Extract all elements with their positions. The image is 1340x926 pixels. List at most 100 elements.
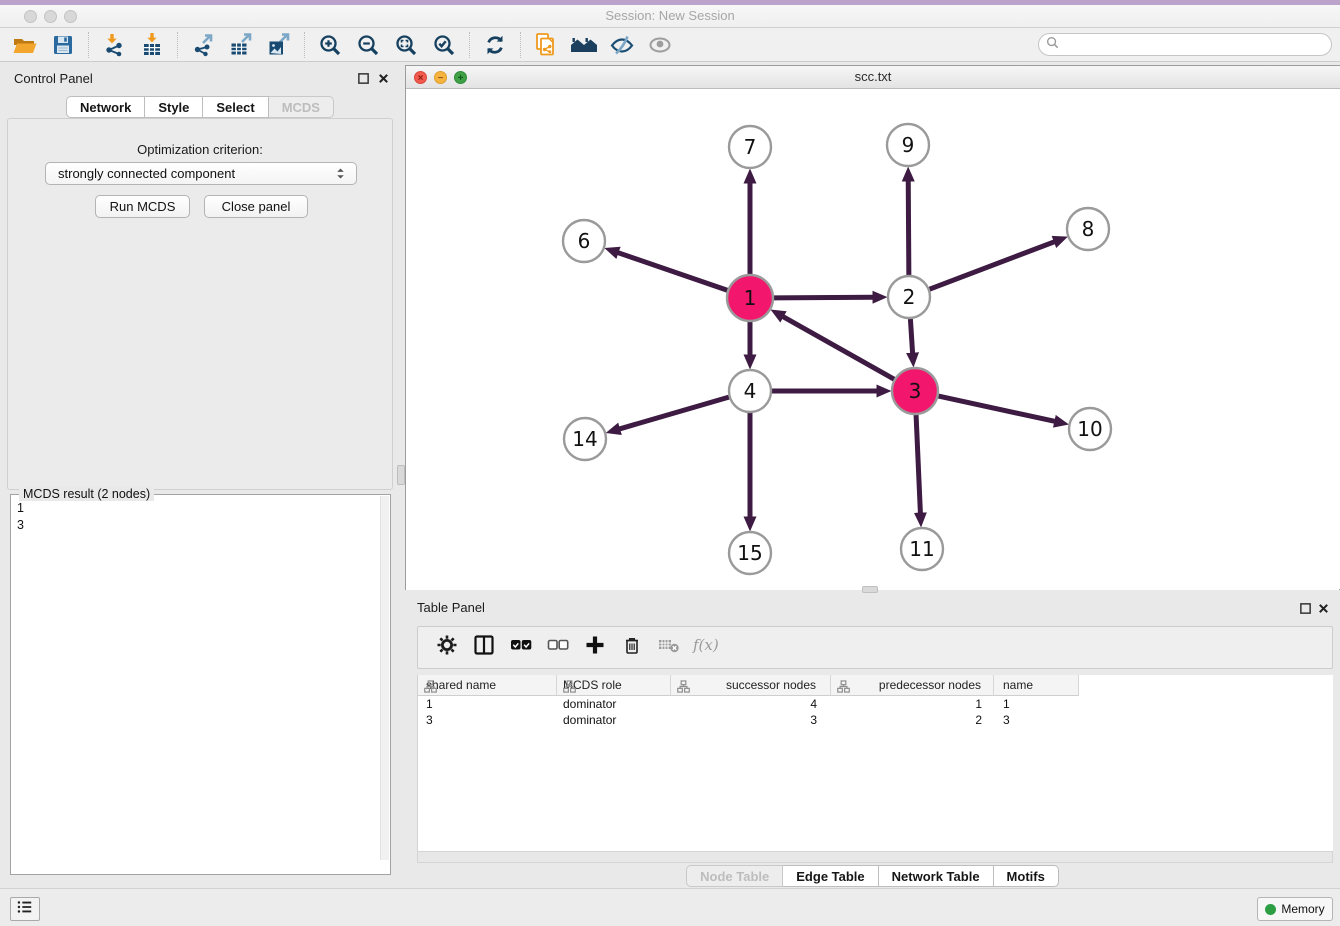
- open-folder-button[interactable]: [6, 30, 44, 60]
- graph-node-15[interactable]: 15: [729, 532, 771, 574]
- column-header-MCDS-role[interactable]: MCDS role: [557, 675, 671, 696]
- table-row[interactable]: 3dominator323: [418, 712, 1333, 728]
- network-minimize-icon[interactable]: −: [434, 71, 447, 84]
- edge-2-9[interactable]: [908, 181, 909, 275]
- horizontal-splitter-handle[interactable]: [862, 586, 878, 593]
- svg-text:15: 15: [737, 541, 762, 565]
- table-hscrollbar[interactable]: [417, 851, 1333, 863]
- table-cell[interactable]: 2: [831, 712, 994, 728]
- criterion-select[interactable]: strongly connected component: [45, 162, 357, 185]
- split-columns-button[interactable]: [465, 633, 502, 663]
- network-graph[interactable]: 7 9 6 8 1 2 4 3 14 10 15 11: [406, 89, 1339, 590]
- result-scrollbar[interactable]: [380, 496, 389, 860]
- graph-node-10[interactable]: 10: [1069, 408, 1111, 450]
- export-table-icon: [229, 33, 253, 57]
- task-history-button[interactable]: [10, 897, 40, 921]
- hide-details-button[interactable]: [603, 30, 641, 60]
- clear-checks-button[interactable]: [539, 633, 576, 663]
- graph-node-7[interactable]: 7: [729, 126, 771, 168]
- export-image-button[interactable]: [260, 30, 298, 60]
- search-box[interactable]: [1038, 33, 1332, 56]
- graph-node-11[interactable]: 11: [901, 528, 943, 570]
- svg-text:3: 3: [909, 379, 922, 403]
- graph-node-8[interactable]: 8: [1067, 208, 1109, 250]
- edge-2-8[interactable]: [930, 242, 1055, 289]
- network-canvas[interactable]: 7 9 6 8 1 2 4 3 14 10 15 11: [406, 89, 1339, 590]
- table-cell[interactable]: dominator: [557, 712, 671, 728]
- tab-network[interactable]: Network: [66, 96, 145, 118]
- float-window-icon[interactable]: [1299, 602, 1312, 615]
- column-header-shared-name[interactable]: shared name: [418, 675, 557, 696]
- column-header-predecessor-nodes[interactable]: predecessor nodes: [831, 675, 994, 696]
- tab-motifs[interactable]: Motifs: [994, 865, 1059, 887]
- tab-mcds[interactable]: MCDS: [269, 96, 334, 118]
- zoom-selected-button[interactable]: [425, 30, 463, 60]
- vertical-splitter-handle[interactable]: [397, 465, 405, 485]
- edge-3-11[interactable]: [916, 415, 920, 513]
- graph-node-4[interactable]: 4: [729, 370, 771, 412]
- export-table-button[interactable]: [222, 30, 260, 60]
- tab-network-table[interactable]: Network Table: [879, 865, 994, 887]
- table-row[interactable]: 1dominator411: [418, 696, 1333, 712]
- app-close-button[interactable]: [24, 10, 37, 23]
- edge-4-14[interactable]: [620, 397, 729, 429]
- import-table-button[interactable]: [133, 30, 171, 60]
- zoom-fit-button[interactable]: [387, 30, 425, 60]
- add-button[interactable]: [576, 633, 613, 663]
- network-close-icon[interactable]: ×: [414, 71, 427, 84]
- app-zoom-button[interactable]: [64, 10, 77, 23]
- edge-3-10[interactable]: [938, 396, 1054, 421]
- toolbar-separator: [304, 32, 305, 58]
- tab-node-table[interactable]: Node Table: [686, 865, 783, 887]
- edge-2-3[interactable]: [910, 319, 912, 353]
- delete-table-button: [650, 633, 687, 663]
- mcds-result-text[interactable]: 1 3: [17, 500, 24, 534]
- eye-button: [641, 30, 679, 60]
- close-icon[interactable]: [1317, 602, 1330, 615]
- svg-text:2: 2: [903, 285, 916, 309]
- svg-text:8: 8: [1082, 217, 1095, 241]
- memory-button[interactable]: Memory: [1257, 897, 1333, 921]
- edge-1-6[interactable]: [618, 253, 727, 291]
- app-minimize-button[interactable]: [44, 10, 57, 23]
- houses-button[interactable]: [565, 30, 603, 60]
- fx-button: f(x): [687, 633, 724, 663]
- graph-node-14[interactable]: 14: [564, 418, 606, 460]
- column-header-name[interactable]: name: [994, 675, 1079, 696]
- tab-select[interactable]: Select: [203, 96, 268, 118]
- float-window-icon[interactable]: [357, 72, 370, 85]
- select-checks-button[interactable]: [502, 633, 539, 663]
- graph-node-6[interactable]: 6: [563, 220, 605, 262]
- refresh-button[interactable]: [476, 30, 514, 60]
- clone-network-button[interactable]: [527, 30, 565, 60]
- column-header-successor-nodes[interactable]: successor nodes: [671, 675, 831, 696]
- zoom-out-button[interactable]: [349, 30, 387, 60]
- table-cell[interactable]: 1: [994, 696, 1079, 712]
- search-input[interactable]: [1059, 38, 1309, 52]
- table-cell[interactable]: 3: [418, 712, 557, 728]
- edge-1-2[interactable]: [774, 297, 873, 298]
- table-cell[interactable]: 4: [671, 696, 831, 712]
- graph-node-3[interactable]: 3: [892, 368, 938, 414]
- tab-edge-table[interactable]: Edge Table: [783, 865, 878, 887]
- tab-style[interactable]: Style: [145, 96, 203, 118]
- graph-node-2[interactable]: 2: [888, 276, 930, 318]
- close-panel-button[interactable]: Close panel: [204, 195, 308, 218]
- table-cell[interactable]: 3: [671, 712, 831, 728]
- run-mcds-button[interactable]: Run MCDS: [95, 195, 190, 218]
- table-cell[interactable]: 1: [418, 696, 557, 712]
- close-icon[interactable]: [377, 72, 390, 85]
- column-type-icon: [677, 679, 690, 699]
- import-network-button[interactable]: [95, 30, 133, 60]
- graph-node-1[interactable]: 1: [727, 275, 773, 321]
- gear-button[interactable]: [428, 633, 465, 663]
- save-button[interactable]: [44, 30, 82, 60]
- export-network-button[interactable]: [184, 30, 222, 60]
- network-zoom-icon[interactable]: +: [454, 71, 467, 84]
- table-cell[interactable]: 3: [994, 712, 1079, 728]
- zoom-in-button[interactable]: [311, 30, 349, 60]
- table-cell[interactable]: 1: [831, 696, 994, 712]
- trash-button[interactable]: [613, 633, 650, 663]
- graph-node-9[interactable]: 9: [887, 124, 929, 166]
- edge-3-1[interactable]: [783, 317, 894, 380]
